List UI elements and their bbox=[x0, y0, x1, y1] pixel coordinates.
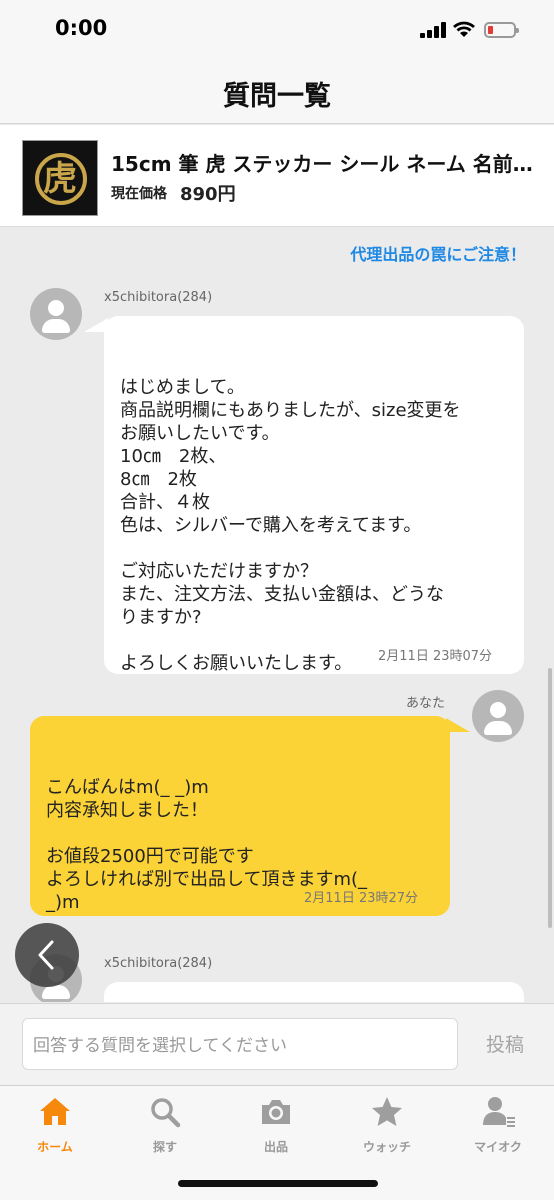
thumbnail-char: 虎 bbox=[43, 159, 77, 199]
chevron-left-icon bbox=[38, 940, 54, 970]
question-bubble[interactable]: はじめまして。 商品説明欄にもありましたが、size変更を お願いしたいです。 … bbox=[104, 316, 524, 674]
tab-label: 出品 bbox=[263, 1140, 288, 1154]
message-sender: x5chibitora(284) bbox=[104, 956, 213, 971]
question-bubble[interactable] bbox=[104, 982, 524, 1002]
answer-input[interactable]: 回答する質問を選択してください bbox=[22, 1018, 458, 1070]
answer-bubble[interactable]: こんばんはm(_ _)m 内容承知しました！ お値段2500円で可能です よろし… bbox=[30, 716, 450, 916]
wifi-icon bbox=[453, 21, 475, 37]
message-text: はじめまして。 商品説明欄にもありましたが、size変更を お願いしたいです。 … bbox=[120, 377, 461, 674]
status-time: 0:00 bbox=[55, 16, 108, 40]
question-list[interactable]: 代理出品の罠にご注意！ x5chibitora(284) はじめまして。 商品説… bbox=[0, 228, 554, 1002]
product-title[interactable]: 15cm 筆 虎 ステッカー シール ネーム 名前シール bbox=[111, 148, 536, 177]
user-icon bbox=[483, 1097, 515, 1127]
message-time: 2月11日 23時07分 bbox=[378, 649, 493, 664]
message-sender: x5chibitora(284) bbox=[104, 290, 213, 305]
avatar bbox=[472, 690, 524, 742]
back-button[interactable] bbox=[15, 923, 79, 987]
tab-search[interactable]: 探す bbox=[110, 1094, 220, 1154]
battery-level bbox=[488, 26, 493, 34]
price-label: 現在価格 bbox=[111, 186, 167, 202]
search-icon bbox=[151, 1098, 181, 1128]
tab-watch[interactable]: ウォッチ bbox=[332, 1094, 442, 1154]
price-value: 890円 bbox=[180, 184, 236, 205]
battery-icon bbox=[484, 22, 519, 38]
status-bar: 0:00 bbox=[0, 0, 554, 62]
tab-label: ウォッチ bbox=[362, 1140, 411, 1154]
proxy-listing-warning-link[interactable]: 代理出品の罠にご注意！ bbox=[350, 241, 526, 265]
camera-icon bbox=[262, 1100, 290, 1124]
tab-home[interactable]: ホーム bbox=[0, 1094, 110, 1154]
tab-sell[interactable]: 出品 bbox=[221, 1094, 331, 1154]
post-button[interactable]: 投稿 bbox=[470, 1030, 540, 1057]
tab-label: 探す bbox=[152, 1140, 177, 1154]
nav-bar: 質問一覧 bbox=[0, 62, 554, 124]
product-card[interactable]: 虎 15cm 筆 虎 ステッカー シール ネーム 名前シール 現在価格 890円 bbox=[0, 125, 554, 227]
cellular-signal-icon bbox=[420, 22, 446, 38]
star-icon bbox=[372, 1097, 402, 1126]
answer-input-bar: 回答する質問を選択してください 投稿 bbox=[0, 1003, 554, 1085]
home-indicator bbox=[178, 1180, 378, 1187]
avatar bbox=[30, 288, 82, 340]
home-icon bbox=[40, 1098, 70, 1125]
product-thumbnail[interactable]: 虎 bbox=[22, 140, 98, 216]
scrollbar[interactable] bbox=[548, 668, 552, 928]
tab-label: ホーム bbox=[37, 1140, 73, 1154]
page-title: 質問一覧 bbox=[223, 81, 331, 112]
message-sender-you: あなた bbox=[406, 696, 446, 711]
tab-my-auction[interactable]: マイオク bbox=[443, 1094, 553, 1154]
tab-label: マイオク bbox=[474, 1140, 522, 1154]
message-time: 2月11日 23時27分 bbox=[304, 891, 419, 906]
